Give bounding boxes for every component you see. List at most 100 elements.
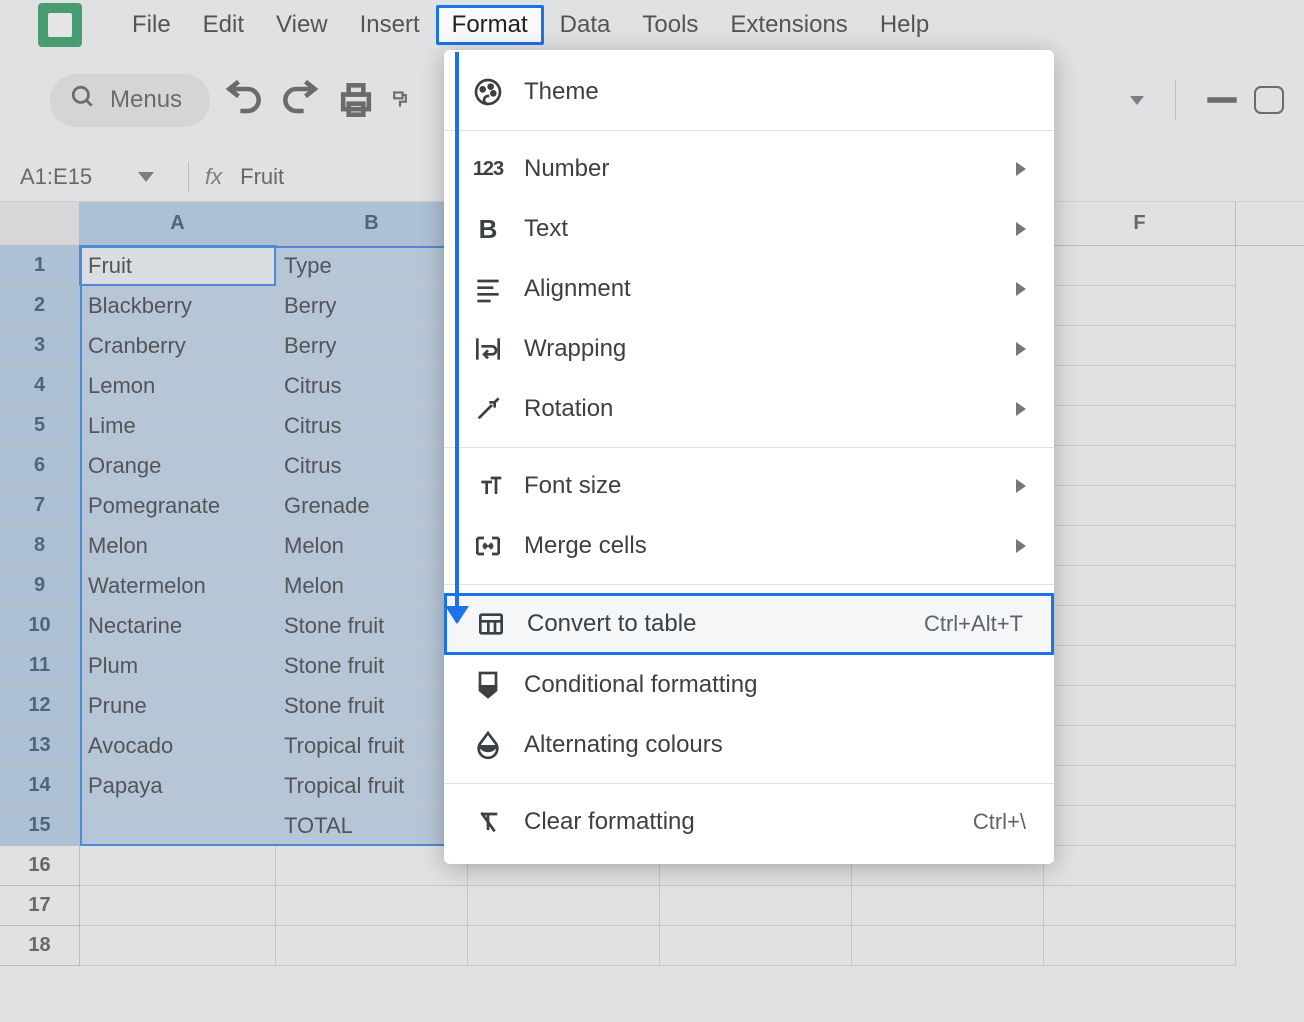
cell-F5[interactable] [1044, 406, 1236, 446]
col-header-A[interactable]: A [80, 202, 276, 245]
menu-data[interactable]: Data [544, 5, 627, 45]
menu-item-text[interactable]: BText [444, 199, 1054, 259]
cell-A7[interactable]: Pomegranate [80, 486, 276, 526]
menu-item-font-size[interactable]: Font size [444, 456, 1054, 516]
cell-B14[interactable]: Tropical fruit [276, 766, 468, 806]
cell-A5[interactable]: Lime [80, 406, 276, 446]
cell-B5[interactable]: Citrus [276, 406, 468, 446]
cell-B1[interactable]: Type [276, 246, 468, 286]
menu-item-number[interactable]: 123Number [444, 139, 1054, 199]
col-header-F[interactable]: F [1044, 202, 1236, 245]
print-button[interactable] [334, 78, 378, 122]
row-header-14[interactable]: 14 [0, 766, 80, 806]
side-panel-button[interactable] [1254, 86, 1284, 114]
cell-B13[interactable]: Tropical fruit [276, 726, 468, 766]
cell-B18[interactable] [276, 926, 468, 966]
cell-A15[interactable] [80, 806, 276, 846]
row-header-11[interactable]: 11 [0, 646, 80, 686]
select-all-corner[interactable] [0, 202, 80, 245]
cell-F6[interactable] [1044, 446, 1236, 486]
cell-A3[interactable]: Cranberry [80, 326, 276, 366]
menu-format[interactable]: Format [436, 5, 544, 45]
cell-F17[interactable] [1044, 886, 1236, 926]
cell-A16[interactable] [80, 846, 276, 886]
cell-F9[interactable] [1044, 566, 1236, 606]
menu-item-convert-to-table[interactable]: Convert to tableCtrl+Alt+T [444, 593, 1054, 655]
cell-E17[interactable] [852, 886, 1044, 926]
cell-D17[interactable] [660, 886, 852, 926]
row-header-8[interactable]: 8 [0, 526, 80, 566]
menu-tools[interactable]: Tools [626, 5, 714, 45]
row-header-5[interactable]: 5 [0, 406, 80, 446]
row-header-10[interactable]: 10 [0, 606, 80, 646]
cell-C17[interactable] [468, 886, 660, 926]
cell-A2[interactable]: Blackberry [80, 286, 276, 326]
cell-B10[interactable]: Stone fruit [276, 606, 468, 646]
cell-F13[interactable] [1044, 726, 1236, 766]
menu-item-wrapping[interactable]: Wrapping [444, 319, 1054, 379]
menu-edit[interactable]: Edit [187, 5, 260, 45]
cell-F7[interactable] [1044, 486, 1236, 526]
row-header-4[interactable]: 4 [0, 366, 80, 406]
cell-A8[interactable]: Melon [80, 526, 276, 566]
row-header-16[interactable]: 16 [0, 846, 80, 886]
menu-item-alignment[interactable]: Alignment [444, 259, 1054, 319]
row-header-15[interactable]: 15 [0, 806, 80, 846]
row-header-17[interactable]: 17 [0, 886, 80, 926]
cell-B12[interactable]: Stone fruit [276, 686, 468, 726]
cell-F3[interactable] [1044, 326, 1236, 366]
cell-A11[interactable]: Plum [80, 646, 276, 686]
cell-B17[interactable] [276, 886, 468, 926]
cell-B8[interactable]: Melon [276, 526, 468, 566]
row-header-2[interactable]: 2 [0, 286, 80, 326]
cell-B15[interactable]: TOTAL [276, 806, 468, 846]
row-header-7[interactable]: 7 [0, 486, 80, 526]
menu-help[interactable]: Help [864, 5, 945, 45]
cell-A13[interactable]: Avocado [80, 726, 276, 766]
paint-format-button[interactable] [390, 78, 410, 122]
cell-B2[interactable]: Berry [276, 286, 468, 326]
cell-A12[interactable]: Prune [80, 686, 276, 726]
cell-B6[interactable]: Citrus [276, 446, 468, 486]
menu-insert[interactable]: Insert [344, 5, 436, 45]
row-header-6[interactable]: 6 [0, 446, 80, 486]
row-header-13[interactable]: 13 [0, 726, 80, 766]
redo-button[interactable] [278, 78, 322, 122]
cell-B3[interactable]: Berry [276, 326, 468, 366]
cell-F12[interactable] [1044, 686, 1236, 726]
row-header-18[interactable]: 18 [0, 926, 80, 966]
cell-B4[interactable]: Citrus [276, 366, 468, 406]
menu-view[interactable]: View [260, 5, 344, 45]
cell-A4[interactable]: Lemon [80, 366, 276, 406]
cell-B9[interactable]: Melon [276, 566, 468, 606]
col-header-B[interactable]: B [276, 202, 468, 245]
cell-F18[interactable] [1044, 926, 1236, 966]
collapse-toolbar-button[interactable] [1200, 78, 1244, 122]
undo-button[interactable] [222, 78, 266, 122]
menu-item-conditional-formatting[interactable]: Conditional formatting [444, 655, 1054, 715]
cell-C18[interactable] [468, 926, 660, 966]
cell-F16[interactable] [1044, 846, 1236, 886]
menu-item-clear-formatting[interactable]: Clear formattingCtrl+\ [444, 792, 1054, 852]
menus-search[interactable]: Menus [50, 74, 210, 127]
namebox[interactable]: A1:E15 [0, 164, 172, 190]
menu-item-theme[interactable]: Theme [444, 62, 1054, 122]
cell-B16[interactable] [276, 846, 468, 886]
cell-F14[interactable] [1044, 766, 1236, 806]
formula-input[interactable]: Fruit [240, 164, 284, 190]
row-header-9[interactable]: 9 [0, 566, 80, 606]
cell-F11[interactable] [1044, 646, 1236, 686]
cell-F1[interactable] [1044, 246, 1236, 286]
cell-B7[interactable]: Grenade [276, 486, 468, 526]
dropdown-caret[interactable] [1115, 78, 1159, 122]
cell-A10[interactable]: Nectarine [80, 606, 276, 646]
cell-E18[interactable] [852, 926, 1044, 966]
row-header-12[interactable]: 12 [0, 686, 80, 726]
cell-F8[interactable] [1044, 526, 1236, 566]
row-header-3[interactable]: 3 [0, 326, 80, 366]
cell-A1[interactable]: Fruit [80, 246, 276, 286]
cell-F2[interactable] [1044, 286, 1236, 326]
cell-A17[interactable] [80, 886, 276, 926]
cell-B11[interactable]: Stone fruit [276, 646, 468, 686]
cell-A18[interactable] [80, 926, 276, 966]
